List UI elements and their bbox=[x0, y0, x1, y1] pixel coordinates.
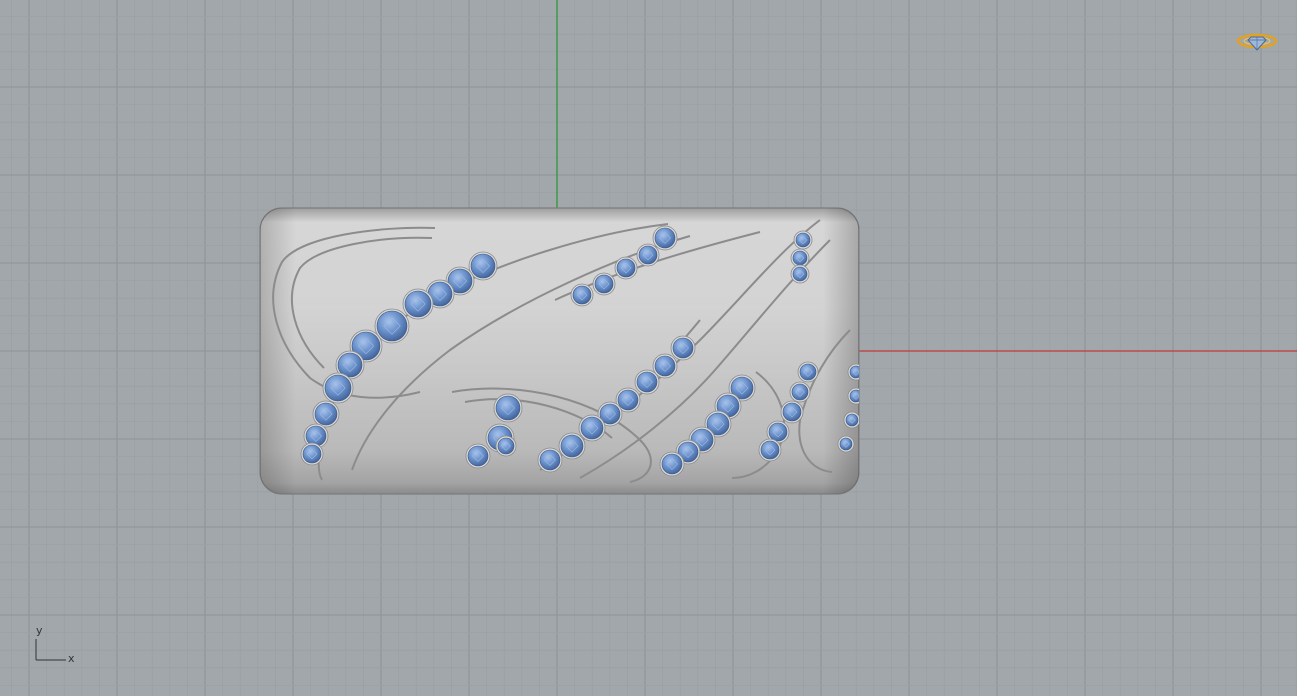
gem-stone bbox=[580, 416, 604, 440]
gem-stone bbox=[782, 402, 802, 422]
gem-stone bbox=[376, 310, 408, 342]
3d-viewport[interactable]: y x bbox=[0, 0, 1297, 696]
gem-stone bbox=[638, 245, 658, 265]
gem-stone bbox=[404, 290, 432, 318]
gem-stone bbox=[672, 337, 694, 359]
gem-stone bbox=[849, 365, 859, 379]
axis-y-label: y bbox=[36, 624, 43, 637]
gem-stone bbox=[795, 232, 811, 248]
gem-stone bbox=[470, 253, 496, 279]
diamond-ring-logo-icon[interactable] bbox=[1236, 30, 1278, 52]
gem-stone bbox=[495, 395, 521, 421]
ring-model[interactable] bbox=[259, 207, 864, 495]
gem-stone bbox=[845, 413, 859, 427]
gem-stone bbox=[560, 434, 584, 458]
axis-x-label: x bbox=[68, 652, 75, 665]
gem-stone bbox=[792, 266, 808, 282]
gem-stone bbox=[654, 355, 676, 377]
axis-triad bbox=[35, 639, 66, 661]
gem-stone bbox=[324, 374, 352, 402]
gem-stone bbox=[636, 371, 658, 393]
gem-stone bbox=[467, 445, 489, 467]
gem-stone bbox=[768, 422, 788, 442]
gem-stone bbox=[572, 285, 592, 305]
gem-stone bbox=[792, 250, 808, 266]
gem-stone bbox=[616, 258, 636, 278]
gem-stone bbox=[497, 437, 515, 455]
gem-stone bbox=[594, 274, 614, 294]
gem-stone bbox=[539, 449, 561, 471]
gem-stone bbox=[799, 363, 817, 381]
gem-stone bbox=[839, 437, 853, 451]
gem-stone bbox=[305, 425, 327, 447]
gem-stone bbox=[849, 389, 859, 403]
gem-stone bbox=[654, 227, 676, 249]
gem-stone bbox=[661, 453, 683, 475]
gem-stone bbox=[302, 444, 322, 464]
gem-stone bbox=[617, 389, 639, 411]
viewport-grid bbox=[0, 0, 1297, 696]
gem-stone bbox=[314, 402, 338, 426]
gem-stone bbox=[791, 383, 809, 401]
gem-stone bbox=[760, 440, 780, 460]
